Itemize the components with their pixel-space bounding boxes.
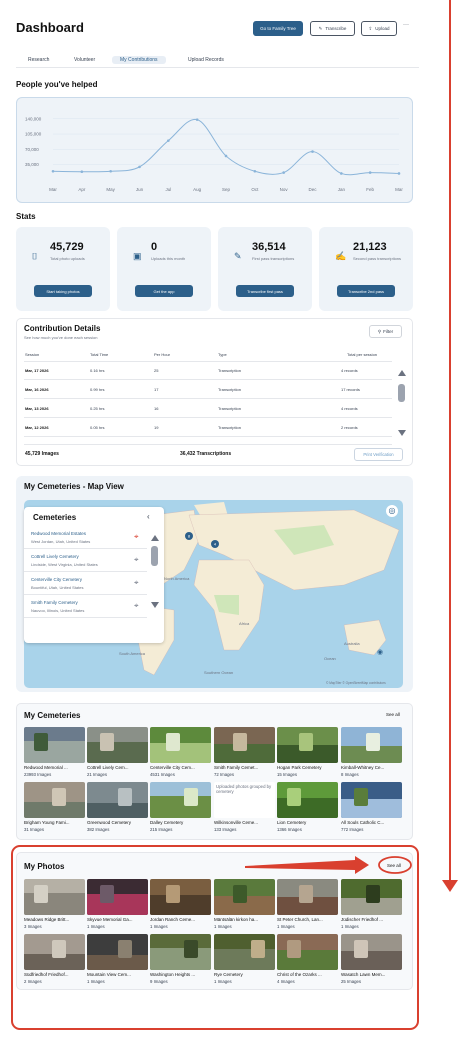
annotation-overlay xyxy=(11,0,458,1030)
annotation-pointer-arrow xyxy=(245,856,369,874)
annotation-box xyxy=(11,845,419,1030)
annotation-arrow-head xyxy=(442,880,458,892)
annotation-circle xyxy=(378,856,412,874)
dashboard-page: Dashboard Go to Family Tree ✎ Transcribe … xyxy=(0,0,473,1056)
